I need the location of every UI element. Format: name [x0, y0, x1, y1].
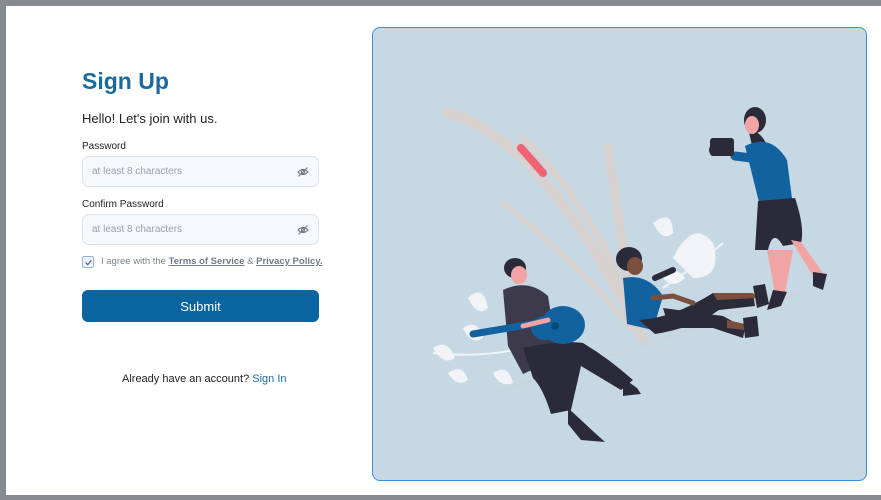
confirm-password-field-wrapper	[82, 214, 319, 245]
password-input[interactable]	[83, 157, 283, 186]
agree-prefix: I agree with the	[101, 256, 166, 267]
password-label: Password	[82, 141, 126, 152]
terms-of-service-link[interactable]: Terms of Service	[169, 256, 245, 267]
confirm-password-input[interactable]	[83, 215, 283, 244]
page-title: Sign Up	[82, 68, 169, 94]
signin-prompt-text: Already have an account?	[122, 373, 250, 385]
eye-off-icon[interactable]	[297, 166, 309, 178]
confirm-password-label: Confirm Password	[82, 199, 164, 210]
agree-text: I agree with the Terms of Service & Priv…	[101, 256, 322, 267]
password-field-wrapper	[82, 156, 319, 187]
check-icon	[85, 259, 92, 266]
people-music-illustration	[432, 107, 827, 442]
agree-separator: &	[247, 256, 254, 267]
signin-prompt: Already have an account? Sign In	[122, 373, 287, 385]
sign-in-link[interactable]: Sign In	[252, 373, 286, 385]
page-subtitle: Hello! Let's join with us.	[82, 111, 218, 126]
eye-off-icon[interactable]	[297, 224, 309, 236]
agree-checkbox[interactable]	[82, 256, 94, 268]
privacy-policy-link[interactable]: Privacy Policy.	[256, 256, 322, 267]
illustration-panel	[372, 27, 867, 481]
window-frame: Sign Up Hello! Let's join with us. Passw…	[6, 6, 881, 495]
signup-form: Sign Up Hello! Let's join with us. Passw…	[82, 6, 322, 495]
submit-button[interactable]: Submit	[82, 290, 319, 322]
